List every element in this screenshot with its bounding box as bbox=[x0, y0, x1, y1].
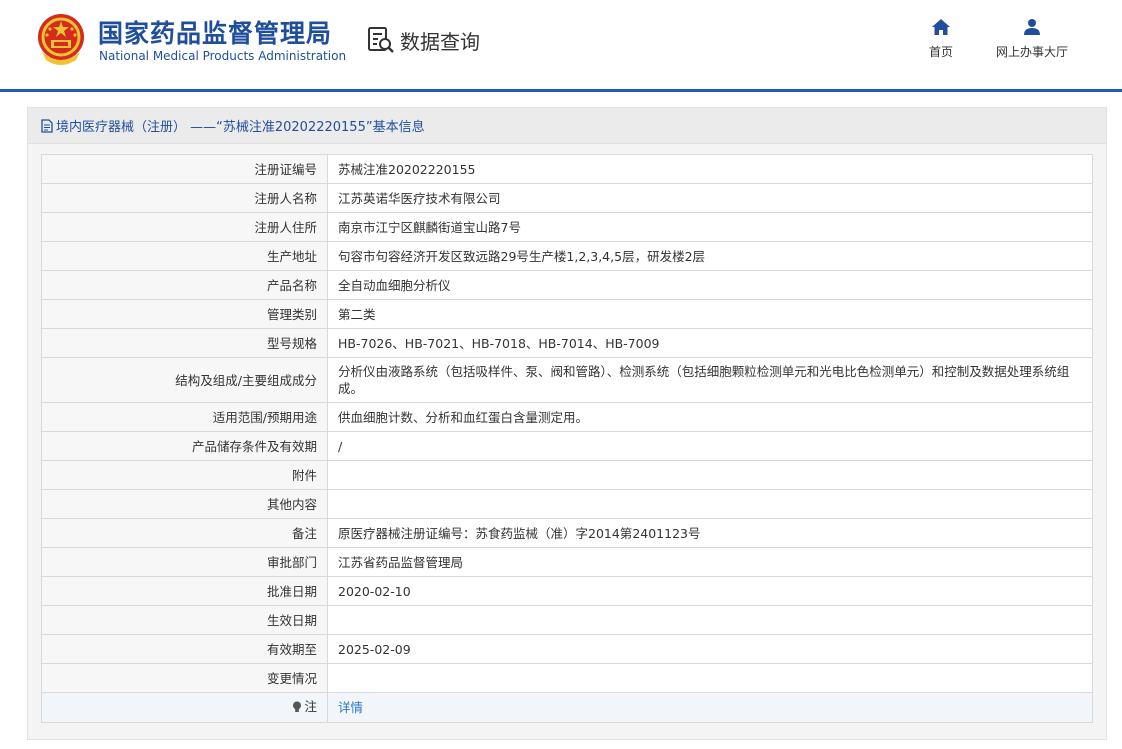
table-row: 结构及组成/主要组成成分 分析仪由液路系统（包括吸样件、泵、阀和管路）、检测系统（… bbox=[41, 357, 1093, 403]
registration-info-table: 注册证编号 苏械注准20202220155 注册人名称 江苏英诺华医疗技术有限公司 注册… bbox=[41, 154, 1093, 723]
table-row: 产品储存条件及有效期 / bbox=[41, 431, 1093, 461]
row-value bbox=[327, 460, 1093, 490]
data-query-label: 数据查询 bbox=[400, 29, 480, 54]
header-divider bbox=[0, 89, 1122, 92]
panel-title: 境内医疗器械（注册） ——“苏械注准20202220155”基本信息 bbox=[56, 120, 425, 135]
table-row: 管理类别 第二类 bbox=[41, 299, 1093, 329]
row-label: 审批部门 bbox=[41, 547, 328, 577]
note-label: 注 bbox=[304, 699, 317, 714]
row-value: / bbox=[327, 431, 1093, 461]
table-row: 生产地址 句容市句容经济开发区致远路29号生产楼1,2,3,4,5层，研发楼2层 bbox=[41, 241, 1093, 271]
note-label-cell: 注 bbox=[41, 692, 328, 723]
row-label: 附件 bbox=[41, 460, 328, 490]
table-row: 型号规格 HB-7026、HB-7021、HB-7018、HB-7014、HB-7… bbox=[41, 328, 1093, 358]
table-row: 有效期至 2025-02-09 bbox=[41, 634, 1093, 664]
site-header: 国家药品监督管理局 National Medical Products Admi… bbox=[0, 0, 1122, 90]
table-row: 注册证编号 苏械注准20202220155 bbox=[41, 154, 1093, 184]
row-label: 生产地址 bbox=[41, 241, 328, 271]
nav-online-label: 网上办事大厅 bbox=[995, 45, 1068, 59]
details-link[interactable]: 详情 bbox=[338, 700, 363, 715]
row-label: 备注 bbox=[41, 518, 328, 548]
row-value: 南京市江宁区麒麟街道宝山路7号 bbox=[327, 212, 1093, 242]
bulb-icon bbox=[293, 701, 302, 712]
row-value: 江苏省药品监督管理局 bbox=[327, 547, 1093, 577]
row-value bbox=[327, 663, 1093, 693]
row-label: 批准日期 bbox=[41, 576, 328, 606]
table-row: 变更情况 bbox=[41, 663, 1093, 693]
nav-home-label: 首页 bbox=[928, 45, 953, 59]
nav-home[interactable]: 首页 bbox=[918, 18, 964, 64]
home-icon bbox=[932, 19, 950, 35]
table-row: 生效日期 bbox=[41, 605, 1093, 635]
row-label: 有效期至 bbox=[41, 634, 328, 664]
row-value: 句容市句容经济开发区致远路29号生产楼1,2,3,4,5层，研发楼2层 bbox=[327, 241, 1093, 271]
user-icon bbox=[1024, 19, 1040, 35]
table-row: 审批部门 江苏省药品监督管理局 bbox=[41, 547, 1093, 577]
row-label: 产品储存条件及有效期 bbox=[41, 431, 328, 461]
note-row: 注 详情 bbox=[41, 692, 1093, 723]
row-value: HB-7026、HB-7021、HB-7018、HB-7014、HB-7009 bbox=[327, 328, 1093, 358]
row-label: 型号规格 bbox=[41, 328, 328, 358]
table-row: 适用范围/预期用途 供血细胞计数、分析和血红蛋白含量测定用。 bbox=[41, 402, 1093, 432]
table-row: 备注 原医疗器械注册证编号：苏食药监械（准）字2014第2401123号 bbox=[41, 518, 1093, 548]
detail-panel: 境内医疗器械（注册） ——“苏械注准20202220155”基本信息 注册证编号… bbox=[27, 107, 1107, 740]
row-value: 2025-02-09 bbox=[327, 634, 1093, 664]
row-label: 其他内容 bbox=[41, 489, 328, 519]
nav-online-service-hall[interactable]: 网上办事大厅 bbox=[986, 18, 1078, 64]
row-label: 结构及组成/主要组成成分 bbox=[41, 357, 328, 403]
table-row: 其他内容 bbox=[41, 489, 1093, 519]
row-label: 注册人住所 bbox=[41, 212, 328, 242]
row-label: 适用范围/预期用途 bbox=[41, 402, 328, 432]
row-value bbox=[327, 489, 1093, 519]
row-value: 全自动血细胞分析仪 bbox=[327, 270, 1093, 300]
row-label: 注册人名称 bbox=[41, 183, 328, 213]
table-row: 注册人名称 江苏英诺华医疗技术有限公司 bbox=[41, 183, 1093, 213]
row-label: 生效日期 bbox=[41, 605, 328, 635]
data-query-heading: 数据查询 bbox=[366, 24, 480, 56]
data-search-icon bbox=[368, 27, 394, 53]
table-row: 产品名称 全自动血细胞分析仪 bbox=[41, 270, 1093, 300]
site-title-cn: 国家药品监督管理局 bbox=[98, 19, 333, 48]
table-row: 附件 bbox=[41, 460, 1093, 490]
row-value: 江苏英诺华医疗技术有限公司 bbox=[327, 183, 1093, 213]
table-row: 批准日期 2020-02-10 bbox=[41, 576, 1093, 606]
table-row: 注册人住所 南京市江宁区麒麟街道宝山路7号 bbox=[41, 212, 1093, 242]
row-label: 变更情况 bbox=[41, 663, 328, 693]
row-value: 原医疗器械注册证编号：苏食药监械（准）字2014第2401123号 bbox=[327, 518, 1093, 548]
site-title-en: National Medical Products Administration bbox=[99, 49, 347, 63]
panel-title-bar: 境内医疗器械（注册） ——“苏械注准20202220155”基本信息 bbox=[28, 108, 1106, 144]
national-emblem-icon bbox=[38, 14, 84, 65]
document-icon bbox=[41, 118, 53, 133]
row-value: 2020-02-10 bbox=[327, 576, 1093, 606]
row-label: 管理类别 bbox=[41, 299, 328, 329]
row-value: 第二类 bbox=[327, 299, 1093, 329]
row-value: 分析仪由液路系统（包括吸样件、泵、阀和管路）、检测系统（包括细胞颗粒检测单元和光… bbox=[327, 357, 1093, 403]
row-value: 苏械注准20202220155 bbox=[327, 154, 1093, 184]
note-value-cell: 详情 bbox=[327, 692, 1093, 723]
row-value bbox=[327, 605, 1093, 635]
row-value: 供血细胞计数、分析和血红蛋白含量测定用。 bbox=[327, 402, 1093, 432]
row-label: 产品名称 bbox=[41, 270, 328, 300]
row-label: 注册证编号 bbox=[41, 154, 328, 184]
